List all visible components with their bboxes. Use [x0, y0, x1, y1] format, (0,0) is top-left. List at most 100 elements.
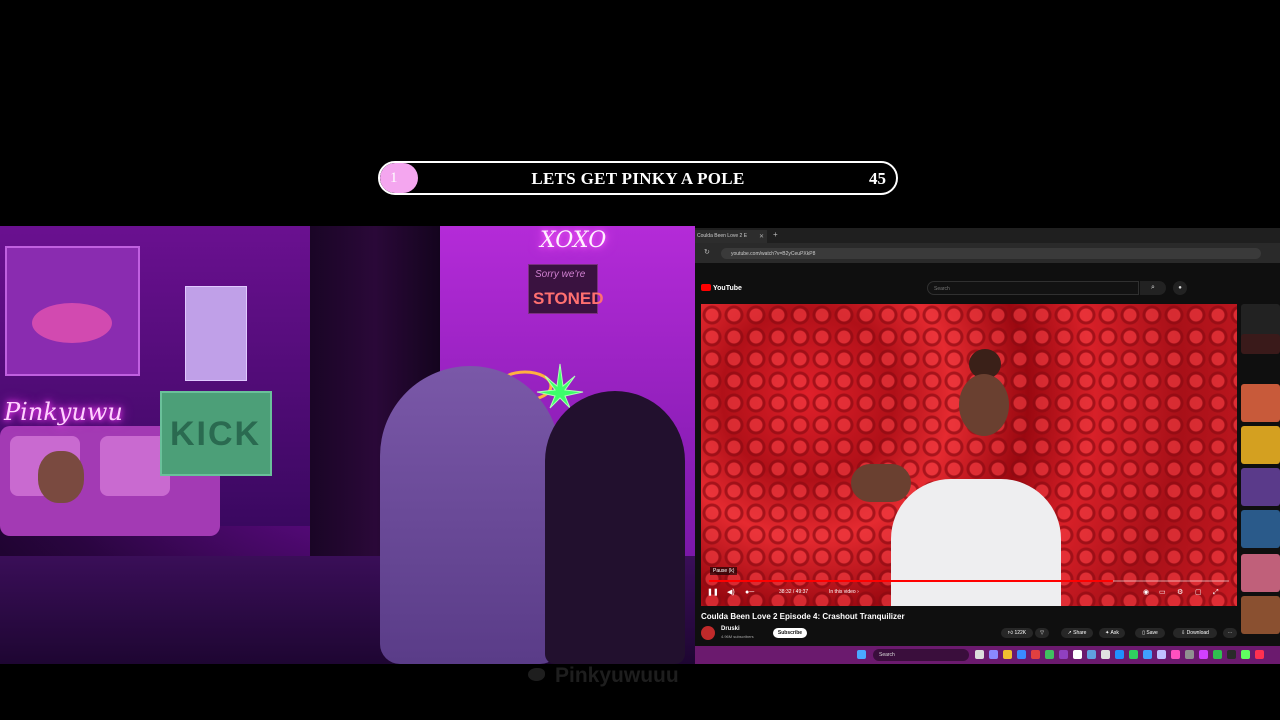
- teddy-bear: [38, 451, 84, 503]
- youtube-logo-text: YouTube: [713, 285, 742, 292]
- goal-target-count: 45: [869, 169, 886, 188]
- microphone-icon[interactable]: ●: [1173, 281, 1187, 295]
- app-icon[interactable]: [1073, 650, 1082, 659]
- spotify-icon[interactable]: [1213, 650, 1222, 659]
- start-icon[interactable]: [857, 650, 866, 659]
- app-icon[interactable]: [1087, 650, 1096, 659]
- subscriber-count: 4.96M subscribers: [721, 634, 754, 639]
- address-bar[interactable]: youtube.com/watch?v=B2yCeuPXkP8: [721, 248, 1261, 259]
- captions-icon[interactable]: ▭: [1159, 588, 1166, 598]
- edge-icon[interactable]: [1017, 650, 1026, 659]
- recommendations-sidebar: [1241, 304, 1280, 646]
- stream-overlay: 1 LETS GET PINKY A POLE 45 Pinkyuwu KICK…: [0, 0, 1280, 720]
- browser-toolbar: ↻ youtube.com/watch?v=B2yCeuPXkP8: [695, 243, 1280, 263]
- app-icon[interactable]: [1199, 650, 1208, 659]
- screen-share: Coulda Been Love 2 E ✕ + ↻ youtube.com/w…: [695, 228, 1280, 664]
- pause-icon[interactable]: ❚❚: [707, 588, 719, 598]
- app-icon[interactable]: [1255, 650, 1264, 659]
- volume-slider[interactable]: ●─: [745, 588, 754, 598]
- download-button[interactable]: ⇩ Download: [1173, 628, 1217, 638]
- settings-icon[interactable]: ⚙: [1177, 588, 1183, 598]
- app-icon[interactable]: [1171, 650, 1180, 659]
- bookmark-icon: ▯: [1142, 630, 1145, 636]
- app-icon[interactable]: [1143, 650, 1152, 659]
- search-input[interactable]: Search: [927, 281, 1139, 295]
- search-placeholder: Search: [934, 286, 950, 292]
- app-icon[interactable]: [1115, 650, 1124, 659]
- app-icon[interactable]: [1045, 650, 1054, 659]
- app-icon[interactable]: [989, 650, 998, 659]
- youtube-header: YouTube Search ⌕ ●: [695, 263, 1280, 303]
- social-handle-text: Pinkyuwuuu: [555, 664, 679, 687]
- search-icon[interactable]: ⌕: [1140, 281, 1166, 295]
- app-icon[interactable]: [1059, 650, 1068, 659]
- ask-label: Ask: [1110, 630, 1119, 636]
- video-player[interactable]: Pause (k) ❚❚ ◀) ●─ 38:32 / 49:37 In this…: [701, 304, 1237, 606]
- app-icon[interactable]: [1227, 650, 1236, 659]
- thumbnail[interactable]: [1241, 510, 1280, 548]
- avatar[interactable]: [701, 626, 715, 640]
- streamer-hair: [545, 391, 685, 664]
- close-icon[interactable]: ✕: [759, 233, 764, 240]
- app-icon[interactable]: [1241, 650, 1250, 659]
- save-button[interactable]: ▯ Save: [1135, 628, 1165, 638]
- thumbs-up-icon: 👍︎: [1007, 630, 1014, 636]
- download-icon: ⇩: [1181, 630, 1186, 636]
- like-count: 122K: [1014, 630, 1027, 636]
- video-time: 38:32 / 49:37: [779, 589, 809, 595]
- thumbnail[interactable]: [1241, 596, 1280, 634]
- youtube-play-icon: [701, 284, 711, 291]
- browser-tab[interactable]: Coulda Been Love 2 E ✕: [695, 230, 767, 243]
- autoplay-toggle-icon[interactable]: ◉: [1143, 588, 1149, 598]
- share-label: Share: [1073, 630, 1087, 636]
- volume-icon[interactable]: ◀): [727, 588, 735, 598]
- miniplayer-icon[interactable]: ▢: [1195, 588, 1202, 598]
- task-view-icon[interactable]: [975, 650, 984, 659]
- app-icon[interactable]: [1185, 650, 1194, 659]
- ask-button[interactable]: ✦ Ask: [1099, 628, 1125, 638]
- windows-taskbar: Search: [695, 646, 1280, 664]
- new-tab-icon[interactable]: +: [773, 231, 778, 239]
- video-progress-bar[interactable]: [709, 580, 1229, 582]
- social-handle: Pinkyuwuuu: [528, 664, 679, 688]
- lips-art: [32, 303, 112, 343]
- thumbnail[interactable]: [1241, 426, 1280, 464]
- taskbar-search[interactable]: Search: [873, 649, 969, 661]
- canvas-board: [185, 286, 247, 381]
- app-icon[interactable]: [1157, 650, 1166, 659]
- reload-icon[interactable]: ↻: [704, 248, 710, 256]
- thumbs-down-icon: ▽: [1040, 630, 1044, 636]
- fullscreen-icon[interactable]: ⤢: [1213, 588, 1219, 598]
- channel-name[interactable]: Druski: [721, 626, 740, 632]
- app-icon[interactable]: [1101, 650, 1110, 659]
- player-controls: ❚❚ ◀) ●─ 38:32 / 49:37 In this video › ◉…: [701, 586, 1237, 604]
- video-title: Coulda Been Love 2 Episode 4: Crashout T…: [701, 612, 905, 621]
- url-text: youtube.com/watch?v=B2yCeuPXkP8: [731, 251, 816, 257]
- chip-row[interactable]: [1241, 334, 1280, 354]
- twitter-icon: [528, 668, 545, 681]
- chrome-icon[interactable]: [1031, 650, 1040, 659]
- kick-sign-text: KICK: [170, 415, 262, 453]
- thumbnail[interactable]: [1241, 554, 1280, 592]
- subscribe-button[interactable]: Subscribe: [773, 628, 807, 638]
- more-icon: ⋯: [1227, 630, 1233, 636]
- wall-art: [5, 246, 140, 376]
- like-button[interactable]: 👍︎ 122K: [1001, 628, 1033, 638]
- in-this-video-link[interactable]: In this video ›: [829, 589, 859, 595]
- person-arm: [851, 464, 911, 502]
- more-button[interactable]: ⋯: [1223, 628, 1237, 638]
- folder-icon[interactable]: [1003, 650, 1012, 659]
- thumbnail[interactable]: [1241, 468, 1280, 506]
- tab-title: Coulda Been Love 2 E: [697, 233, 748, 239]
- youtube-logo[interactable]: YouTube: [701, 284, 742, 292]
- kick-sign: KICK: [160, 391, 272, 476]
- browser-tab-bar: Coulda Been Love 2 E ✕ +: [695, 228, 1280, 243]
- share-button[interactable]: ↗ Share: [1061, 628, 1093, 638]
- thumbnail[interactable]: [1241, 384, 1280, 422]
- taskbar-search-label: Search: [879, 652, 895, 658]
- goal-title: LETS GET PINKY A POLE: [531, 169, 745, 188]
- streamer: [380, 366, 560, 664]
- app-icon[interactable]: [1129, 650, 1138, 659]
- dislike-button[interactable]: ▽: [1035, 628, 1049, 638]
- webcam-feed: Pinkyuwu KICK XOXO Sorry we're STONED: [0, 226, 695, 664]
